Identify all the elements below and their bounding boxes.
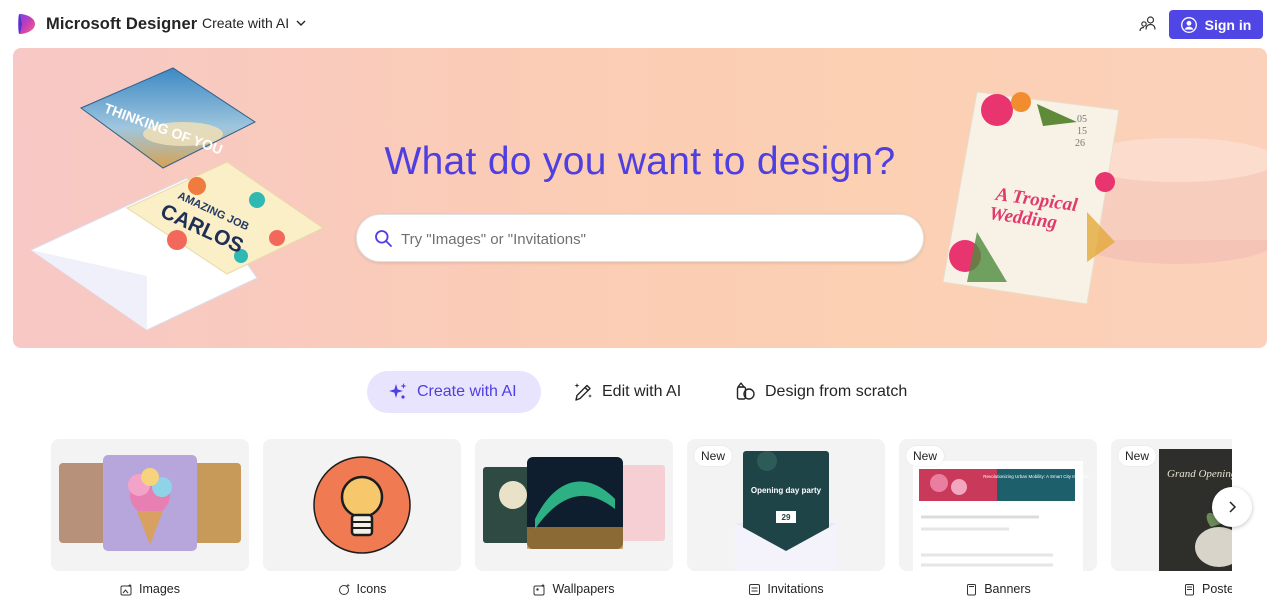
card-label: Posters: [1111, 582, 1232, 596]
card-label: Invitations: [687, 582, 885, 596]
sign-in-button[interactable]: Sign in: [1169, 10, 1263, 39]
tab-label: Design from scratch: [765, 383, 908, 400]
people-community-icon[interactable]: [1138, 14, 1158, 34]
magic-pen-icon: [574, 383, 592, 401]
search-icon: [375, 230, 392, 247]
card-label-text: Banners: [984, 582, 1031, 596]
card-label: Banners: [899, 582, 1097, 596]
icon-sparkle-icon: [338, 583, 350, 595]
sign-in-label: Sign in: [1204, 16, 1252, 33]
sparkle-icon: [389, 383, 407, 399]
designer-logo-icon: [18, 14, 35, 34]
card-label-text: Icons: [356, 582, 387, 596]
search-bar[interactable]: [356, 214, 924, 262]
card-label: Icons: [263, 582, 461, 596]
new-badge: New: [694, 446, 733, 466]
category-carousel: Images Icons Wallpapers Opening day part…: [51, 439, 1232, 600]
card-thumbnail: [51, 439, 249, 571]
hero-title: What do you want to design?: [384, 140, 896, 183]
aurora-image: [483, 457, 665, 549]
image-sparkle-icon: [120, 583, 132, 595]
card-label-text: Posters: [1202, 582, 1232, 596]
carousel-next-button[interactable]: [1212, 487, 1252, 527]
person-circle-icon: [1180, 16, 1197, 33]
invitation-icon: [749, 583, 761, 595]
wallpaper-sparkle-icon: [533, 583, 546, 595]
poster-thumb-text: Grand Opening: [1167, 468, 1232, 480]
app-name: Microsoft Designer: [46, 14, 198, 33]
category-card-wallpapers[interactable]: Wallpapers: [475, 439, 673, 600]
tab-create-with-ai[interactable]: Create with AI: [367, 371, 541, 413]
card-label-text: Wallpapers: [552, 582, 615, 596]
search-input[interactable]: [401, 225, 901, 253]
create-menu-label: Create with AI: [202, 15, 290, 31]
top-bar: Microsoft Designer Create with AI Sign i…: [0, 0, 1280, 48]
card-label-text: Invitations: [767, 582, 824, 596]
chevron-down-icon: [296, 20, 306, 26]
tab-label: Edit with AI: [602, 383, 682, 400]
wedding-date-2: 15: [1077, 126, 1087, 137]
amazing-job-envelope-image: AMAZING JOB CARLOS: [29, 161, 324, 331]
card-label-text: Images: [139, 582, 180, 596]
category-card-images[interactable]: Images: [51, 439, 249, 600]
tab-label: Create with AI: [417, 383, 517, 400]
chevron-right-icon: [1229, 501, 1237, 513]
lightbulb-image: [313, 456, 411, 554]
shapes-icon: [736, 382, 755, 400]
category-card-invitations[interactable]: Opening day party 29 New Invitations: [687, 439, 885, 600]
tropical-wedding-card-image: A Tropical Wedding 05 15 26: [942, 92, 1119, 304]
new-badge: New: [1118, 446, 1157, 466]
ice-cream-image: [59, 455, 241, 551]
invitation-thumb-text: Opening day party: [751, 486, 822, 495]
card-thumbnail: [263, 439, 461, 571]
tab-edit-with-ai[interactable]: Edit with AI: [572, 371, 681, 413]
card-thumbnail: [475, 439, 673, 571]
category-card-banners[interactable]: Revolutionizing Urban Mobility: A Smart …: [899, 439, 1097, 600]
tab-design-from-scratch[interactable]: Design from scratch: [735, 371, 907, 413]
mode-tabs: Create with AI Edit with AI Design from …: [0, 371, 1280, 413]
create-with-ai-menu[interactable]: Create with AI: [202, 15, 307, 31]
card-label: Wallpapers: [475, 582, 673, 596]
poster-icon: [1185, 583, 1194, 595]
brand[interactable]: Microsoft Designer: [17, 13, 197, 35]
banner-thumb-text: Revolutionizing Urban Mobility: A Smart …: [983, 474, 1089, 479]
invitation-thumb-date: 29: [782, 513, 791, 522]
wedding-date-1: 05: [1077, 114, 1087, 125]
card-label: Images: [51, 582, 249, 596]
category-card-posters[interactable]: Grand Opening New Posters: [1111, 439, 1232, 600]
new-badge: New: [906, 446, 945, 466]
category-card-icons[interactable]: Icons: [263, 439, 461, 600]
banner-icon: [967, 583, 977, 595]
hero-banner: THINKING OF YOU AMAZING JOB CARLOS A Tro…: [13, 48, 1267, 348]
